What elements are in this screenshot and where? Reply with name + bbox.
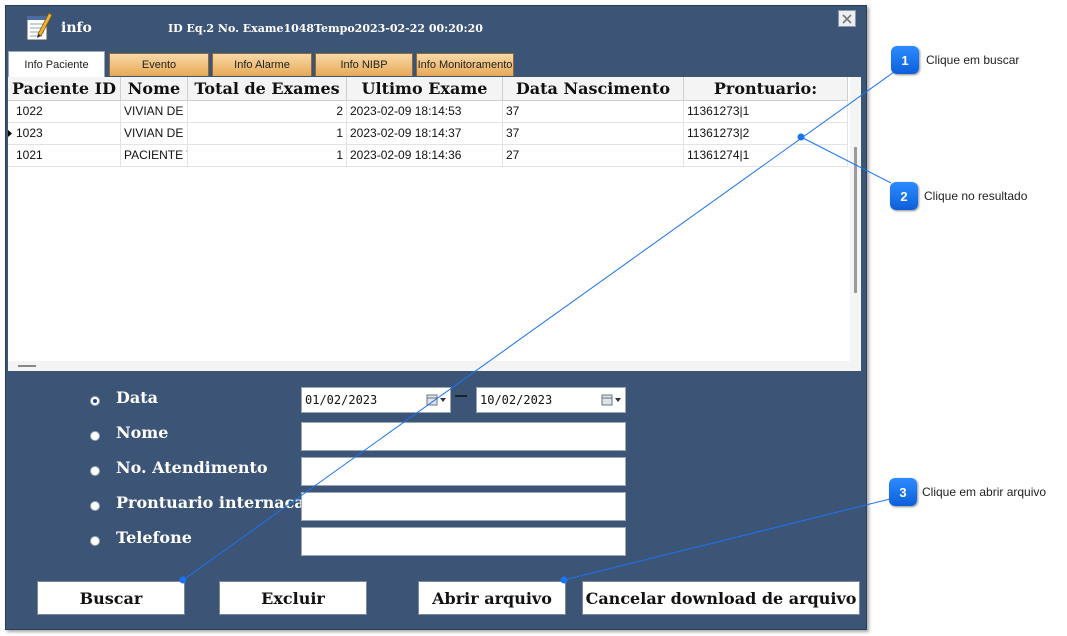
column-header-ultimo-exame[interactable]: Ultimo Exame: [347, 77, 503, 100]
tab-info-paciente[interactable]: Info Paciente: [8, 51, 105, 77]
vertical-scroll-thumb[interactable]: [854, 147, 857, 293]
horizontal-scroll-thumb[interactable]: [18, 365, 36, 367]
cell-paciente-id: 1022: [13, 101, 121, 122]
table-row[interactable]: 1023 VIVIAN DE 1 2023-02-09 18:14:37 37 …: [8, 123, 848, 145]
label-prontuario: Prontuario internacao: [116, 493, 316, 512]
column-header-prontuario[interactable]: Prontuario:: [684, 77, 848, 100]
close-icon: [842, 13, 852, 24]
table-row[interactable]: 1021 PACIENTE T 1 2023-02-09 18:14:36 27…: [8, 145, 848, 167]
column-header-total-exames[interactable]: Total de Exames: [188, 77, 347, 100]
calendar-dropdown-icon[interactable]: [426, 394, 448, 406]
excluir-button[interactable]: Excluir: [219, 581, 367, 615]
cell-paciente-id: 1023: [13, 123, 121, 144]
cell-ultimo-exame: 2023-02-09 18:14:37: [347, 123, 503, 144]
cell-paciente-id: 1021: [13, 145, 121, 166]
cell-data-nascimento: 37: [503, 101, 684, 122]
buscar-button[interactable]: Buscar: [37, 581, 185, 615]
date-to-picker[interactable]: 10/02/2023: [476, 387, 626, 413]
radio-prontuario[interactable]: [90, 501, 100, 511]
radio-atendimento[interactable]: [90, 466, 100, 476]
column-header-paciente-id[interactable]: Paciente ID: [8, 77, 121, 100]
callout-2-text: Clique no resultado: [924, 189, 1028, 203]
tab-evento[interactable]: Evento: [109, 53, 209, 76]
label-data: Data: [116, 388, 158, 407]
callout-1-badge: 1: [891, 46, 919, 74]
callout-3-badge: 3: [889, 478, 917, 506]
radio-nome[interactable]: [90, 431, 100, 441]
grid-header: Paciente ID Nome Total de Exames Ultimo …: [8, 77, 848, 101]
callout-1-text: Clique em buscar: [926, 53, 1020, 67]
label-nome: Nome: [116, 423, 169, 442]
radio-data[interactable]: [90, 396, 100, 406]
cell-data-nascimento: 37: [503, 123, 684, 144]
label-atendimento: No. Atendimento: [116, 458, 268, 477]
column-header-nome[interactable]: Nome: [121, 77, 188, 100]
table-row[interactable]: 1022 VIVIAN DE 2 2023-02-09 18:14:53 37 …: [8, 101, 848, 123]
cell-ultimo-exame: 2023-02-09 18:14:36: [347, 145, 503, 166]
tab-info-nibp[interactable]: Info NIBP: [315, 53, 413, 76]
cell-nome: VIVIAN DE: [121, 101, 188, 122]
info-window: info ID Eq.2 No. Exame1048Tempo2023-02-2…: [5, 5, 867, 630]
cell-total-exames: 2: [188, 101, 347, 122]
cancelar-download-button[interactable]: Cancelar download de arquivo: [582, 581, 860, 615]
telefone-input[interactable]: [301, 527, 626, 556]
cell-total-exames: 1: [188, 145, 347, 166]
window-title: info: [61, 20, 92, 36]
callout-3-text: Clique em abrir arquivo: [922, 485, 1047, 499]
vertical-scrollbar[interactable]: [850, 77, 861, 371]
notepad-icon: [26, 12, 52, 41]
cell-nome: VIVIAN DE: [121, 123, 188, 144]
cell-data-nascimento: 27: [503, 145, 684, 166]
prontuario-input[interactable]: [301, 492, 626, 521]
cell-nome: PACIENTE T: [121, 145, 188, 166]
cell-ultimo-exame: 2023-02-09 18:14:53: [347, 101, 503, 122]
nome-input[interactable]: [301, 422, 626, 451]
exam-info-subtitle: ID Eq.2 No. Exame1048Tempo2023-02-22 00:…: [168, 22, 483, 35]
date-range-dash-icon: [455, 395, 467, 397]
cell-prontuario: 11361274|1: [684, 145, 848, 166]
radio-telefone[interactable]: [90, 536, 100, 546]
abrir-arquivo-button[interactable]: Abrir arquivo: [418, 581, 566, 615]
cell-prontuario: 11361273|1: [684, 101, 848, 122]
cell-total-exames: 1: [188, 123, 347, 144]
date-from-picker[interactable]: 01/02/2023: [301, 387, 451, 413]
tab-info-monitoramento[interactable]: Info Monitoramento: [416, 53, 514, 76]
tab-info-alarme[interactable]: Info Alarme: [212, 53, 312, 76]
atendimento-input[interactable]: [301, 457, 626, 486]
column-header-data-nascimento[interactable]: Data Nascimento: [503, 77, 684, 100]
date-from-value: 01/02/2023: [305, 393, 378, 407]
callout-2-badge: 2: [890, 182, 918, 210]
patient-grid: Paciente ID Nome Total de Exames Ultimo …: [8, 77, 861, 371]
cell-prontuario: 11361273|2: [684, 123, 848, 144]
horizontal-scrollbar[interactable]: [8, 361, 850, 371]
close-button[interactable]: [838, 10, 856, 27]
label-telefone: Telefone: [116, 528, 192, 547]
calendar-dropdown-icon[interactable]: [601, 394, 623, 406]
date-to-value: 10/02/2023: [480, 393, 553, 407]
